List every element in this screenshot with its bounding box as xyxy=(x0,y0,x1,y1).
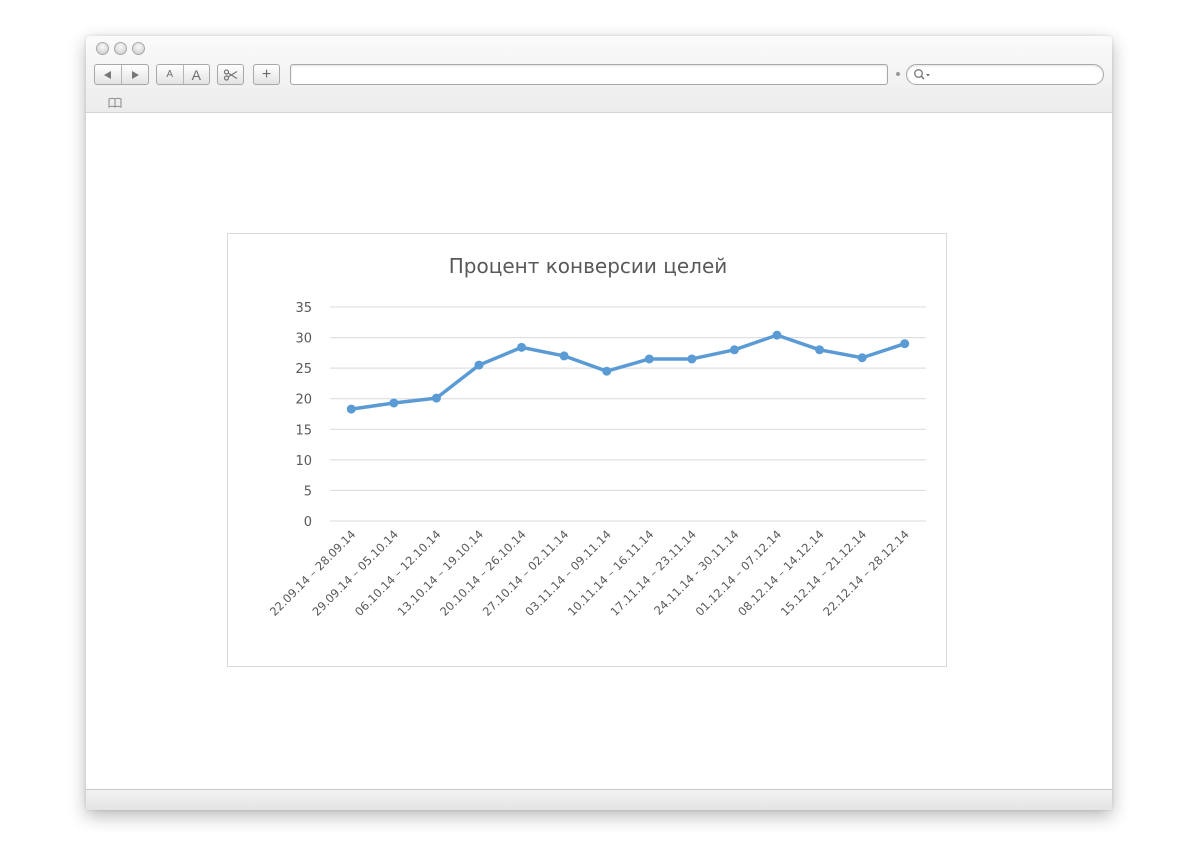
data-point xyxy=(857,353,867,363)
data-point xyxy=(559,351,569,361)
toolbar: A A + xyxy=(86,36,1112,113)
status-bar xyxy=(86,789,1112,810)
text-bigger-button[interactable]: A xyxy=(182,65,210,84)
data-point xyxy=(389,398,399,408)
zoom-window-button[interactable] xyxy=(132,42,145,55)
data-point xyxy=(687,354,697,364)
forward-arrow-icon xyxy=(132,70,139,79)
data-point xyxy=(431,393,441,403)
minimize-window-button[interactable] xyxy=(114,42,127,55)
y-tick-label: 25 xyxy=(295,362,312,377)
browser-window: A A + Процент конверсии целей 0 5 10 15 … xyxy=(86,36,1112,810)
data-point xyxy=(900,339,910,349)
close-window-button[interactable] xyxy=(96,42,109,55)
bookmarks-icon[interactable] xyxy=(108,97,122,109)
address-bar[interactable] xyxy=(290,64,888,85)
text-smaller-button[interactable]: A xyxy=(157,65,183,84)
x-tick-label: 22.12.14 – 28.12.14 xyxy=(820,527,912,619)
y-tick-label: 35 xyxy=(295,301,312,316)
data-point xyxy=(729,345,739,355)
add-tab-button[interactable]: + xyxy=(253,64,280,85)
data-point xyxy=(346,404,356,414)
y-tick-label: 10 xyxy=(295,454,312,469)
y-tick-label: 30 xyxy=(295,332,312,347)
search-field[interactable] xyxy=(906,64,1104,85)
forward-button[interactable] xyxy=(121,65,148,84)
y-tick-label: 5 xyxy=(304,484,312,499)
y-tick-label: 15 xyxy=(295,423,312,438)
data-point xyxy=(815,345,825,355)
snippet-button[interactable] xyxy=(217,64,244,85)
back-arrow-icon xyxy=(104,70,111,79)
scissors-icon xyxy=(223,68,237,81)
address-dot-icon xyxy=(896,72,900,76)
data-point xyxy=(474,360,484,370)
back-button[interactable] xyxy=(95,65,121,84)
window-controls xyxy=(96,42,145,55)
line-chart: 0510152025303522.09.14 – 28.09.1429.09.1… xyxy=(267,301,926,619)
text-size-buttons: A A xyxy=(156,64,210,85)
data-point xyxy=(772,330,782,340)
chart-container: Процент конверсии целей 0 5 10 15 20 25 30 35 22… xyxy=(227,233,947,667)
y-tick-label: 20 xyxy=(295,393,312,408)
data-point xyxy=(602,366,612,376)
data-point xyxy=(517,342,527,352)
y-tick-label: 0 xyxy=(304,515,312,530)
data-point xyxy=(644,354,654,364)
search-icon xyxy=(914,69,930,80)
back-forward-buttons xyxy=(94,64,149,85)
